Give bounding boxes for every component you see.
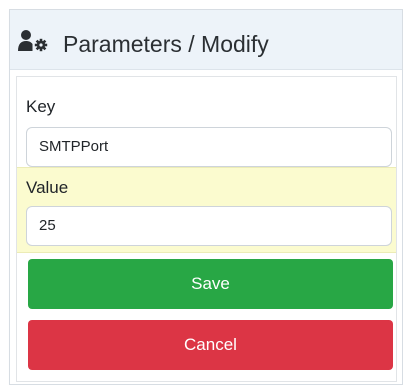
key-field-group: Key SMTPPort <box>17 86 396 174</box>
panel-header: Parameters / Modify <box>10 10 402 70</box>
page-title: Parameters / Modify <box>63 31 269 57</box>
value-input[interactable]: 25 <box>26 206 392 246</box>
cancel-button[interactable]: Cancel <box>28 320 393 370</box>
key-input[interactable]: SMTPPort <box>26 127 392 167</box>
key-label: Key <box>26 97 56 116</box>
parameters-modify-panel: Parameters / Modify Key SMTPPort Value 2… <box>10 10 402 384</box>
value-field-group: Value 25 <box>17 167 396 253</box>
save-button[interactable]: Save <box>28 259 393 309</box>
users-cog-icon <box>18 30 54 52</box>
form-body: Key SMTPPort Value 25 Save Cancel <box>16 76 397 382</box>
value-label: Value <box>26 178 69 197</box>
